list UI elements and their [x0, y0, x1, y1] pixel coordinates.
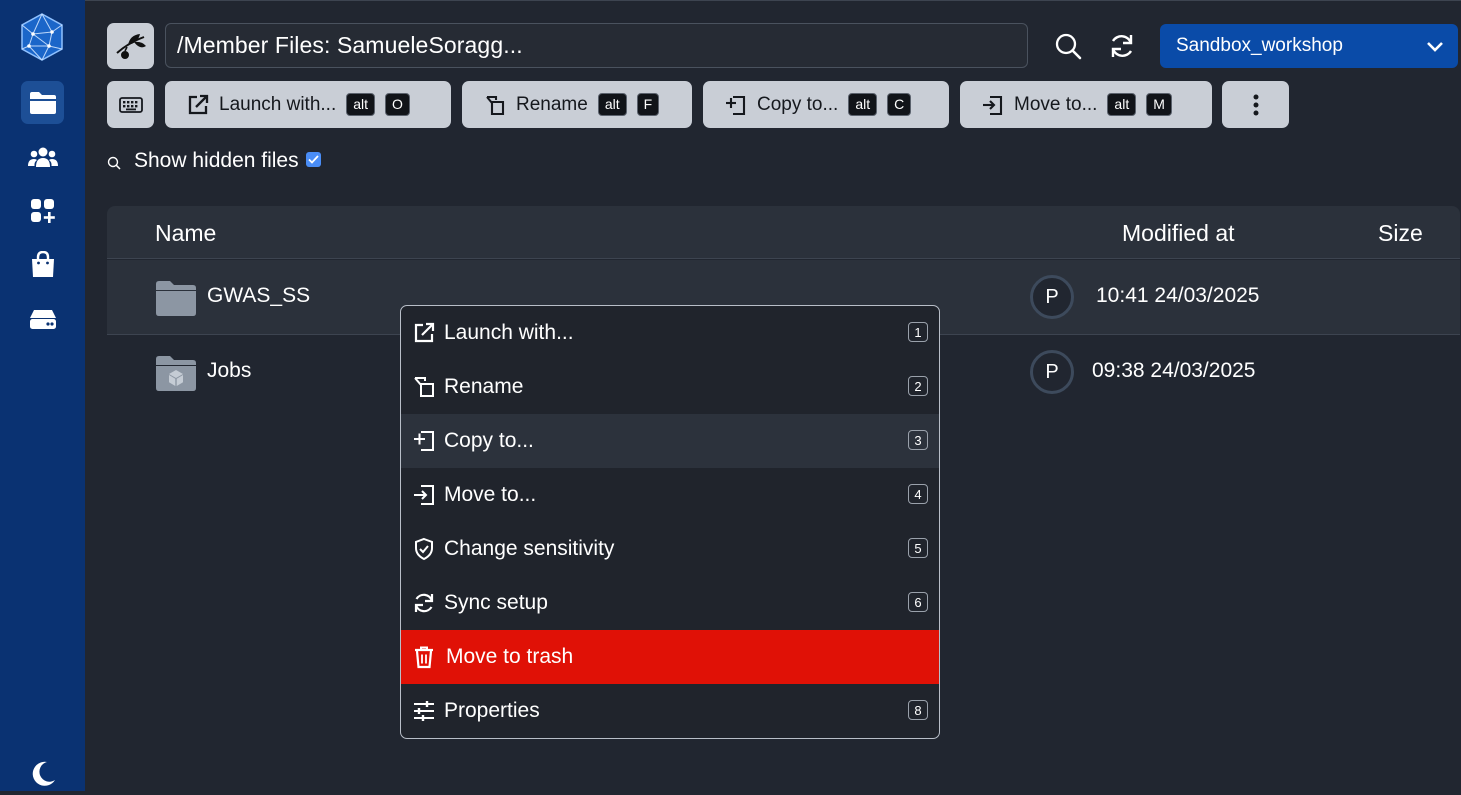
show-hidden-files-label: Show hidden files — [134, 149, 299, 172]
shortcut-key: F — [636, 93, 660, 116]
shortcut-key: 6 — [908, 592, 928, 612]
search-button[interactable] — [1050, 28, 1086, 64]
more-options-button[interactable] — [1222, 81, 1289, 128]
folder-icon — [29, 91, 56, 114]
shortcut-key: alt — [1107, 93, 1137, 116]
external-link-icon — [188, 94, 209, 114]
shortcut-key: alt — [597, 93, 627, 116]
menu-item-rename[interactable]: Rename 2 — [401, 360, 939, 414]
menu-item-label: Copy to... — [444, 429, 534, 452]
avatar: P — [1030, 350, 1074, 394]
move-to-icon — [983, 95, 1003, 115]
menu-item-properties[interactable]: Properties 8 — [401, 684, 939, 738]
menu-item-move-to-trash[interactable]: Move to trash — [401, 630, 939, 684]
modified-date: 10:41 24/03/2025 — [1096, 284, 1260, 307]
storage-drive-icon — [29, 309, 56, 329]
sidebar-item-files[interactable] — [21, 81, 64, 124]
sliders-icon — [414, 701, 434, 721]
move-to-label: Move to... — [1014, 93, 1098, 115]
users-icon — [27, 147, 58, 167]
menu-item-label: Sync setup — [444, 591, 548, 614]
column-header-name[interactable]: Name — [155, 220, 216, 247]
context-menu: Launch with... 1 Rename 2 Copy to... 3 M… — [400, 305, 940, 739]
refresh-button[interactable] — [1104, 28, 1140, 64]
move-to-button[interactable]: Move to... alt M — [960, 81, 1212, 128]
move-to-icon — [414, 485, 434, 505]
menu-item-label: Move to... — [444, 483, 537, 506]
path-breadcrumb-input[interactable]: /Member Files: SamueleSoragg... — [165, 23, 1028, 68]
menu-item-label: Launch with... — [444, 321, 574, 344]
menu-item-sync-setup[interactable]: Sync setup 6 — [401, 576, 939, 630]
menu-item-label: Properties — [444, 699, 540, 722]
apps-add-icon — [30, 198, 55, 223]
branch-leaf-icon — [115, 34, 146, 59]
file-name[interactable]: GWAS_SS — [207, 284, 310, 308]
shortcut-key: C — [887, 93, 912, 116]
path-text: /Member Files: SamueleSoragg... — [177, 32, 523, 58]
column-header-size[interactable]: Size — [1378, 220, 1423, 247]
menu-item-label: Rename — [444, 375, 524, 398]
shortcut-key: 1 — [908, 322, 928, 342]
shortcut-key: alt — [848, 93, 878, 116]
ucloud-logo-icon[interactable] — [19, 12, 65, 62]
external-link-icon — [414, 322, 435, 343]
shopping-bag-icon — [31, 250, 54, 277]
trash-icon — [415, 646, 433, 669]
menu-item-label: Move to trash — [446, 645, 574, 668]
more-vertical-icon — [1253, 94, 1258, 115]
shield-check-icon — [415, 537, 433, 561]
file-name[interactable]: Jobs — [207, 359, 251, 383]
copy-to-icon — [726, 95, 746, 115]
refresh-icon — [1111, 35, 1133, 57]
keyboard-icon — [118, 96, 143, 113]
shortcut-key: 2 — [908, 376, 928, 396]
menu-item-change-sensitivity[interactable]: Change sensitivity 5 — [401, 522, 939, 576]
search-icon — [1055, 33, 1082, 60]
sidebar-item-resources[interactable] — [21, 297, 64, 340]
launch-with-button[interactable]: Launch with... alt O — [165, 81, 451, 128]
table-header: Name Modified at Size — [107, 206, 1460, 259]
chevron-down-icon — [1427, 42, 1443, 52]
moon-icon — [32, 761, 55, 786]
column-header-modified[interactable]: Modified at — [1122, 220, 1235, 247]
rename-icon — [486, 95, 505, 115]
copy-to-label: Copy to... — [757, 93, 839, 115]
checkmark-icon — [307, 154, 319, 164]
menu-item-label: Change sensitivity — [444, 537, 615, 560]
project-selector[interactable]: Sandbox_workshop — [1160, 24, 1458, 68]
menu-item-move-to[interactable]: Move to... 4 — [401, 468, 939, 522]
jobs-folder-icon — [156, 356, 196, 391]
modified-date: 09:38 24/03/2025 — [1092, 359, 1256, 382]
menu-item-copy-to[interactable]: Copy to... 3 — [401, 414, 939, 468]
menu-item-launch-with[interactable]: Launch with... 1 — [401, 306, 939, 360]
show-hidden-files-checkbox[interactable] — [305, 151, 321, 167]
search-small-icon — [107, 156, 121, 170]
shortcut-key: O — [385, 93, 410, 116]
sidebar-item-apps[interactable] — [21, 189, 64, 232]
shortcut-key: 8 — [908, 700, 928, 720]
sidebar-item-store[interactable] — [21, 243, 64, 286]
top-divider — [0, 0, 1461, 1]
avatar: P — [1030, 275, 1074, 319]
sidebar-item-workspaces[interactable] — [21, 135, 64, 178]
theme-toggle[interactable] — [21, 752, 64, 795]
folder-icon — [156, 281, 196, 316]
shortcut-key: M — [1146, 93, 1172, 116]
rename-icon — [414, 377, 434, 397]
copy-to-icon — [414, 431, 434, 451]
rename-button[interactable]: Rename alt F — [462, 81, 692, 128]
rename-label: Rename — [516, 93, 588, 115]
copy-to-button[interactable]: Copy to... alt C — [703, 81, 949, 128]
shortcut-key: alt — [346, 93, 376, 116]
show-hidden-files-toggle[interactable]: Show hidden files — [107, 148, 321, 174]
shortcut-key: 3 — [908, 430, 928, 450]
keyboard-shortcuts-button[interactable] — [107, 81, 154, 128]
sync-icon — [414, 593, 434, 613]
sidebar — [0, 0, 85, 791]
project-name: Sandbox_workshop — [1176, 35, 1343, 56]
launch-with-label: Launch with... — [219, 93, 337, 115]
app-logo-button[interactable] — [107, 23, 154, 69]
shortcut-key: 4 — [908, 484, 928, 504]
shortcut-key: 5 — [908, 538, 928, 558]
